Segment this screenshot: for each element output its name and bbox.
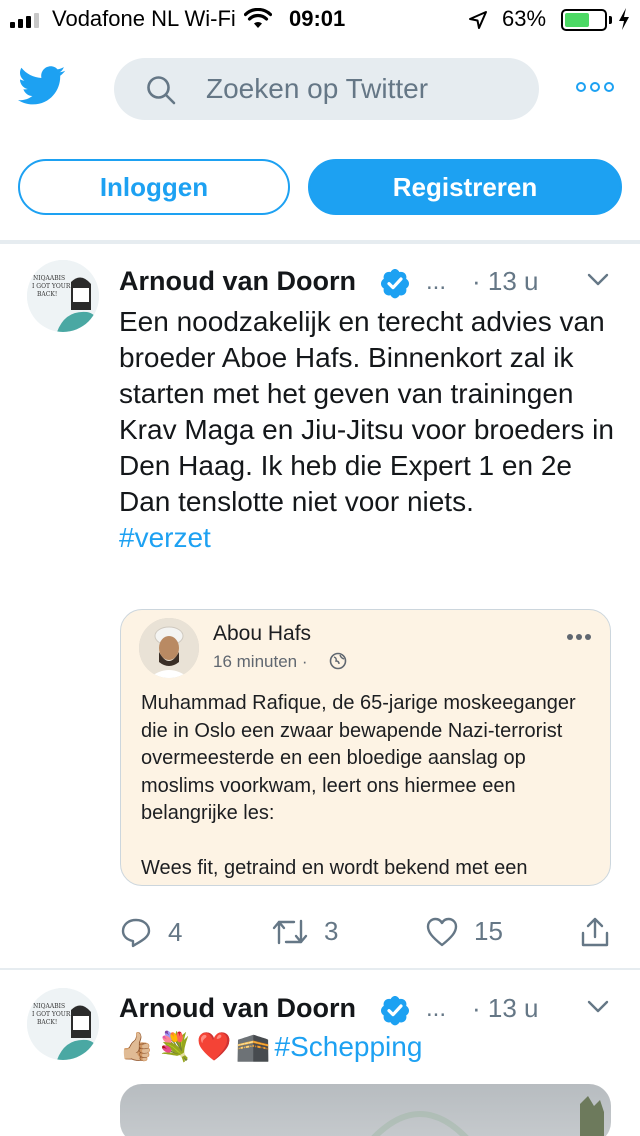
quoted-post-card[interactable]: Abou Hafs 16 minuten · Muhammad Rafique,… bbox=[120, 609, 611, 886]
login-button[interactable]: Inloggen bbox=[18, 159, 290, 215]
svg-text:I GOT YOUR: I GOT YOUR bbox=[32, 1011, 71, 1018]
chevron-down-icon[interactable] bbox=[586, 999, 610, 1015]
verified-badge-icon bbox=[381, 269, 409, 299]
heart-icon bbox=[426, 917, 458, 946]
avatar[interactable]: NIQAABIS I GOT YOUR BACK! bbox=[27, 988, 99, 1060]
quote-time: 16 minuten · bbox=[213, 652, 308, 671]
more-icon[interactable] bbox=[576, 82, 614, 92]
retweet-icon bbox=[272, 919, 308, 944]
battery-percent: 63% bbox=[502, 6, 547, 31]
location-icon bbox=[469, 11, 487, 29]
tweet-media-image[interactable] bbox=[120, 1084, 611, 1136]
heart-emoji: ❤️ bbox=[196, 1031, 232, 1062]
quote-avatar bbox=[139, 618, 199, 678]
tweet-time[interactable]: · 13 u bbox=[472, 993, 539, 1024]
retweet-count: 3 bbox=[324, 916, 339, 946]
battery-fill bbox=[565, 13, 589, 27]
media-photo bbox=[371, 1096, 604, 1136]
quote-text: Muhammad Rafique, de 65-jarige moskeegan… bbox=[141, 692, 576, 879]
verified-badge-icon bbox=[381, 996, 409, 1026]
avatar-image: NIQAABIS I GOT YOUR BACK! bbox=[27, 988, 99, 1060]
tweet-body: 👍🏼 💐 ❤️ 🕋 #Schepping bbox=[119, 1030, 422, 1063]
avatar[interactable]: NIQAABIS I GOT YOUR BACK! bbox=[27, 260, 99, 332]
reply-button[interactable]: 4 bbox=[120, 916, 182, 948]
reply-icon bbox=[121, 918, 151, 948]
search-input[interactable] bbox=[206, 68, 526, 110]
twitter-logo-icon[interactable] bbox=[18, 66, 66, 106]
header-divider bbox=[0, 240, 640, 244]
battery-tip bbox=[609, 16, 612, 24]
like-button[interactable]: 15 bbox=[426, 916, 503, 947]
retweet-button[interactable]: 3 bbox=[272, 916, 338, 947]
battery-icon bbox=[561, 9, 607, 31]
hashtag-link[interactable]: #verzet bbox=[119, 522, 211, 553]
search-icon bbox=[147, 76, 176, 105]
chevron-down-icon[interactable] bbox=[586, 272, 610, 288]
svg-text:NIQAABIS: NIQAABIS bbox=[33, 275, 65, 282]
quote-author: Abou Hafs bbox=[213, 622, 312, 645]
register-button[interactable]: Registreren bbox=[308, 159, 622, 215]
search-bar[interactable] bbox=[114, 58, 539, 120]
hashtag-link[interactable]: #Schepping bbox=[275, 1031, 423, 1063]
reply-count: 4 bbox=[168, 916, 183, 947]
tweet-text: Een noodzakelijk en terecht advies van b… bbox=[119, 306, 614, 517]
tweet-divider bbox=[0, 968, 640, 970]
status-bar: Vodafone NL Wi-Fi 09:01 63% bbox=[0, 0, 640, 40]
name-truncation: ... bbox=[426, 268, 447, 295]
charging-icon bbox=[619, 8, 629, 30]
globe-icon bbox=[329, 652, 347, 670]
name-truncation: ... bbox=[426, 995, 447, 1022]
tweet-author[interactable]: Arnoud van Doorn bbox=[119, 266, 356, 297]
clock: 09:01 bbox=[289, 6, 346, 31]
like-count: 15 bbox=[474, 916, 503, 946]
svg-text:BACK!: BACK! bbox=[37, 291, 57, 298]
share-icon bbox=[581, 917, 609, 947]
svg-text:I GOT YOUR: I GOT YOUR bbox=[32, 283, 71, 290]
signal-icon bbox=[10, 13, 39, 28]
quote-more-icon bbox=[567, 634, 591, 640]
avatar-image: NIQAABIS I GOT YOUR BACK! bbox=[27, 260, 99, 332]
wifi-icon bbox=[244, 8, 272, 28]
thumbs-up-emoji: 👍🏼 bbox=[119, 1031, 154, 1062]
share-button[interactable] bbox=[580, 916, 610, 948]
svg-text:NIQAABIS: NIQAABIS bbox=[33, 1003, 65, 1010]
tweet-body: Een noodzakelijk en terecht advies van b… bbox=[119, 304, 624, 556]
tweet-time[interactable]: · 13 u bbox=[472, 266, 539, 297]
svg-text:BACK!: BACK! bbox=[37, 1019, 57, 1026]
tweet-author[interactable]: Arnoud van Doorn bbox=[119, 993, 356, 1024]
kaaba-emoji: 🕋 bbox=[235, 1031, 271, 1062]
carrier-name: Vodafone NL Wi-Fi bbox=[52, 6, 236, 31]
bouquet-emoji: 💐 bbox=[157, 1031, 193, 1062]
